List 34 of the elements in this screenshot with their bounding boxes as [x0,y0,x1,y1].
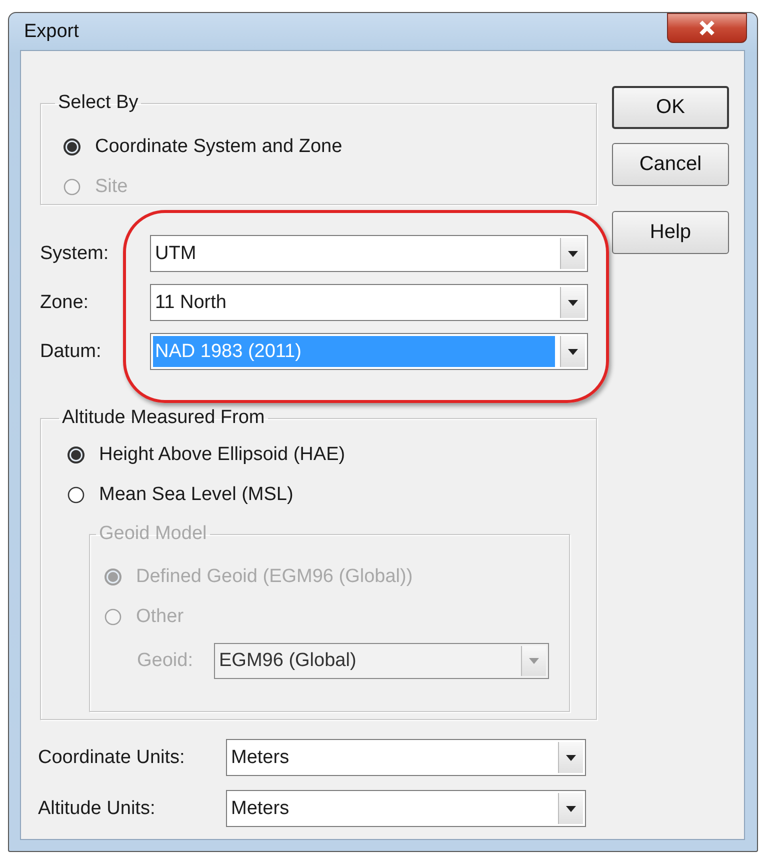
radio-label: Other [136,606,184,628]
radio-label: Coordinate System and Zone [95,136,342,158]
field-label: System: [40,242,110,264]
help-button[interactable]: Help [612,211,729,254]
dropdown-field[interactable]: 11 North [150,284,588,321]
radio-label: Site [95,176,128,198]
radio-label: Height Above Ellipsoid (HAE) [99,444,346,466]
radio-button[interactable] [67,446,85,464]
dropdown-field[interactable]: Meters [226,790,586,827]
dropdown-arrow-icon [568,348,578,354]
field-label: Datum: [40,340,102,362]
group-title: Altitude Measured From [61,407,266,429]
group-title: Geoid Model [98,523,208,545]
dropdown-field[interactable]: UTM [150,235,588,272]
ok-button[interactable]: OK [612,86,729,129]
field-label: Altitude Units: [38,798,156,820]
field-label: Zone: [40,292,90,314]
dropdown-arrow-icon [568,250,578,256]
dropdown-arrow-icon [529,658,539,664]
close-button[interactable] [667,13,747,43]
close-icon [697,20,717,36]
cancel-button[interactable]: Cancel [612,143,729,186]
dropdown-arrow-icon [566,754,576,760]
window-title: Export [23,20,79,42]
radio-label: Defined Geoid (EGM96 (Global)) [136,566,413,588]
field-label: Coordinate Units: [38,746,186,768]
dropdown-field[interactable]: Meters [226,739,586,776]
field-label: Geoid: [137,650,194,672]
radio-button[interactable] [67,486,85,504]
radio-label: Mean Sea Level (MSL) [99,484,294,506]
dropdown-arrow-icon [566,806,576,812]
dropdown-arrow-icon [568,300,578,306]
group-title: Select By [57,92,140,114]
radio-button[interactable] [63,138,81,156]
